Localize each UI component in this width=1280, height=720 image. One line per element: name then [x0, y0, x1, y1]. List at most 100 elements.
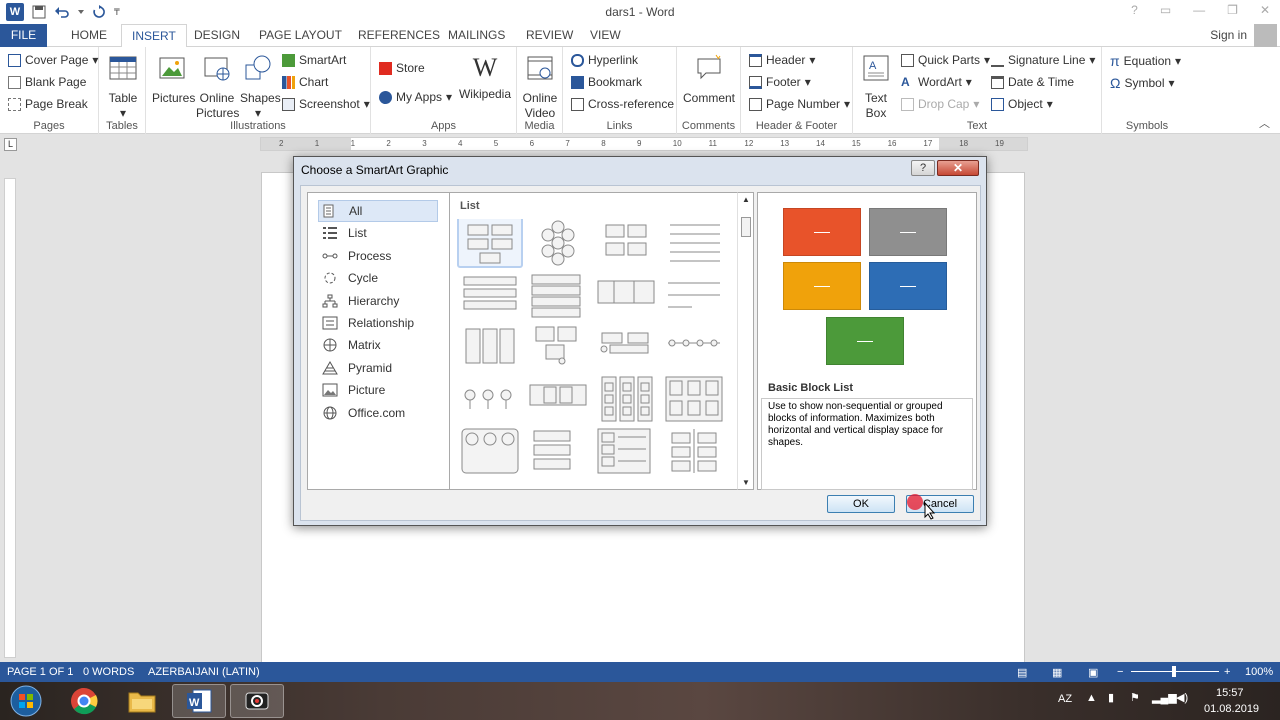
ok-button[interactable]: OK: [827, 495, 895, 513]
comment-button[interactable]: Comment: [681, 53, 737, 106]
bookmark-button[interactable]: Bookmark: [571, 75, 642, 89]
layout-thumbnail[interactable]: [464, 389, 512, 409]
pictures-button[interactable]: Pictures: [152, 53, 195, 106]
layout-thumbnail[interactable]: [605, 224, 647, 256]
screenshot-button[interactable]: Screenshot ▾: [282, 97, 370, 111]
layout-thumbnail[interactable]: [670, 224, 720, 262]
language-indicator[interactable]: AZERBAIJANI (LATIN): [148, 666, 260, 678]
hyperlink-button[interactable]: Hyperlink: [571, 53, 638, 67]
zoom-out-icon[interactable]: −: [1117, 666, 1123, 678]
shapes-button[interactable]: Shapes ▾: [240, 53, 281, 121]
read-mode-icon[interactable]: ▤: [1017, 666, 1027, 679]
network-icon[interactable]: ▂▄▆: [1152, 691, 1177, 704]
flag-icon[interactable]: ⚑: [1130, 691, 1140, 704]
layout-thumbnail[interactable]: [601, 376, 653, 422]
layout-thumbnail[interactable]: [535, 326, 577, 365]
layout-thumbnail[interactable]: [671, 429, 717, 473]
signature-line-button[interactable]: Signature Line ▾: [991, 53, 1095, 67]
online-pictures-button[interactable]: Online Pictures: [196, 53, 239, 121]
collapse-ribbon-icon[interactable]: ︿: [1259, 115, 1270, 131]
clock-date[interactable]: 01.08.2019: [1204, 703, 1259, 715]
ribbon-display-icon[interactable]: ▭: [1160, 3, 1171, 17]
taskbar-chrome[interactable]: [57, 684, 111, 718]
blank-page-button[interactable]: Blank Page: [8, 75, 86, 89]
store-button[interactable]: Store: [379, 61, 425, 75]
tab-references[interactable]: REFERENCES: [358, 28, 440, 42]
category-hierarchy[interactable]: Hierarchy: [318, 290, 438, 312]
zoom-in-icon[interactable]: +: [1224, 666, 1230, 678]
gallery-scrollbar[interactable]: ▲ ▼: [737, 192, 754, 490]
category-list-item[interactable]: List: [318, 222, 438, 244]
layout-thumbnail[interactable]: [597, 428, 651, 474]
layout-thumbnail[interactable]: [531, 274, 581, 318]
taskbar-word[interactable]: W: [172, 684, 226, 718]
category-cycle[interactable]: Cycle: [318, 267, 438, 289]
category-process[interactable]: Process: [318, 245, 438, 267]
page-count[interactable]: PAGE 1 OF 1: [7, 666, 73, 678]
scroll-up-icon[interactable]: ▲: [742, 195, 750, 204]
my-apps-button[interactable]: My Apps ▾: [379, 90, 452, 104]
cross-reference-button[interactable]: Cross-reference: [571, 97, 674, 111]
vertical-ruler[interactable]: [4, 178, 16, 658]
layout-thumbnail[interactable]: [665, 376, 723, 422]
start-button[interactable]: [0, 684, 52, 718]
quick-parts-button[interactable]: Quick Parts ▾: [901, 53, 990, 67]
tab-selector[interactable]: L: [4, 138, 17, 151]
layout-thumbnail[interactable]: [465, 328, 515, 364]
layout-thumbnail[interactable]: [533, 430, 571, 470]
equation-button[interactable]: π Equation ▾: [1110, 53, 1181, 69]
cover-page-button[interactable]: Cover Page ▾: [8, 53, 98, 67]
category-matrix[interactable]: Matrix: [318, 334, 438, 356]
zoom-level[interactable]: 100%: [1245, 666, 1273, 678]
chart-button[interactable]: Chart: [282, 75, 328, 89]
layout-thumbnail[interactable]: [668, 339, 720, 347]
layout-thumbnail[interactable]: [597, 280, 655, 304]
zoom-slider-thumb[interactable]: [1172, 666, 1176, 677]
wordart-button[interactable]: A WordArt ▾: [901, 75, 972, 89]
category-relationship[interactable]: Relationship: [318, 312, 438, 334]
tab-insert[interactable]: INSERT: [121, 24, 187, 48]
symbol-button[interactable]: Ω Symbol ▾: [1110, 75, 1175, 91]
horizontal-ruler[interactable]: 2 1 1 2 3 4 5 6 7 8 9 10 11 12 13 14 15 16 17 18 19: [260, 137, 1028, 151]
battery-icon[interactable]: ▮: [1108, 691, 1114, 704]
layout-thumbnail[interactable]: [463, 276, 517, 310]
tab-file[interactable]: FILE: [0, 24, 47, 47]
print-layout-icon[interactable]: ▦: [1052, 666, 1062, 679]
drop-cap-button[interactable]: Drop Cap ▾: [901, 97, 979, 111]
tray-expand-icon[interactable]: ▲: [1086, 692, 1097, 704]
header-button[interactable]: Header ▾: [749, 53, 815, 67]
layout-thumbnail[interactable]: [541, 220, 575, 266]
restore-icon[interactable]: ❐: [1227, 3, 1238, 17]
sign-in-link[interactable]: Sign in: [1210, 28, 1247, 42]
avatar[interactable]: [1254, 24, 1277, 47]
page-number-button[interactable]: Page Number ▾: [749, 97, 850, 111]
layout-thumbnail[interactable]: [457, 219, 523, 268]
tab-home[interactable]: HOME: [71, 28, 107, 42]
tab-mailings[interactable]: MAILINGS: [448, 28, 505, 42]
category-pyramid[interactable]: Pyramid: [318, 357, 438, 379]
close-icon[interactable]: ✕: [1260, 3, 1270, 17]
tab-view[interactable]: VIEW: [590, 28, 621, 42]
web-layout-icon[interactable]: ▣: [1088, 666, 1098, 679]
minimize-icon[interactable]: —: [1193, 3, 1205, 17]
tab-page-layout[interactable]: PAGE LAYOUT: [259, 28, 342, 42]
wikipedia-button[interactable]: W Wikipedia: [457, 53, 513, 102]
layout-thumbnail[interactable]: [461, 428, 519, 474]
clock-time[interactable]: 15:57: [1216, 687, 1244, 699]
layout-thumbnail[interactable]: [668, 282, 720, 308]
text-box-button[interactable]: A Text Box: [859, 53, 893, 121]
layout-thumbnail[interactable]: [600, 332, 649, 354]
date-time-button[interactable]: Date & Time: [991, 75, 1074, 89]
footer-button[interactable]: Footer ▾: [749, 75, 811, 89]
volume-icon[interactable]: ◀): [1176, 691, 1188, 704]
scrollbar-thumb[interactable]: [741, 217, 751, 237]
layout-thumbnail[interactable]: [529, 384, 587, 406]
help-icon[interactable]: ?: [1131, 3, 1138, 17]
smartart-button[interactable]: SmartArt: [282, 53, 346, 67]
scroll-down-icon[interactable]: ▼: [742, 478, 750, 487]
category-all[interactable]: All: [318, 200, 438, 222]
taskbar-explorer[interactable]: [115, 684, 169, 718]
online-video-button[interactable]: Online Video: [521, 53, 559, 121]
table-button[interactable]: Table ▾: [107, 53, 139, 121]
tab-design[interactable]: DESIGN: [194, 28, 240, 42]
